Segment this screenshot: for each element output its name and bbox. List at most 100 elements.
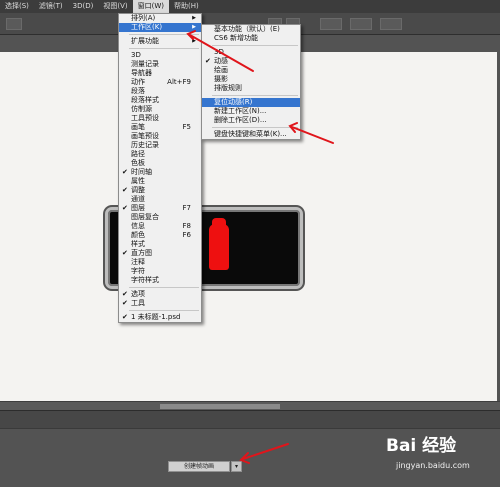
menu-item[interactable]: 键盘快捷键和菜单(K)... <box>202 130 300 139</box>
menu-item-label: 调整 <box>131 186 145 194</box>
menu-item[interactable]: ✔ 调整 <box>119 186 201 195</box>
menu-item[interactable]: 注释 <box>119 258 201 267</box>
submenu-arrow-icon: ▶ <box>192 24 196 30</box>
checkmark-icon: ✔ <box>122 313 128 321</box>
checkmark-icon: ✔ <box>122 186 128 194</box>
menu-separator <box>129 287 199 288</box>
menu-item[interactable]: ✔ 1 未标题-1.psd <box>119 313 201 322</box>
menubar-item[interactable]: 视图(V) <box>98 0 132 13</box>
menu-item-label: 样式 <box>131 240 145 248</box>
menu-item[interactable]: 历史记录 <box>119 141 201 150</box>
menu-item[interactable]: 测量记录 <box>119 60 201 69</box>
menu-item-label: 工具 <box>131 299 145 307</box>
menu-item-label: 路径 <box>131 150 145 158</box>
menubar-item[interactable]: 帮助(H) <box>169 0 204 13</box>
menu-item-label: 注释 <box>131 258 145 266</box>
menu-item[interactable]: 字符 <box>119 267 201 276</box>
menu-item[interactable]: 排列(A) ▶ <box>119 14 201 23</box>
menu-item-label: 色板 <box>131 159 145 167</box>
menu-bar: 选择(S) 滤镜(T) 3D(D) 视图(V) 窗口(W) 帮助(H) <box>0 0 500 13</box>
menu-item-label: 排版规则 <box>214 84 242 92</box>
workspace-submenu: 基本功能（默认）(E) CS6 新增功能 3D ✔ 动感 绘画 摄影 排版规则复位动感(R) 新… <box>201 24 301 140</box>
menubar-item[interactable]: 3D(D) <box>68 0 99 13</box>
menu-item[interactable]: 扩展功能 ▶ <box>119 37 201 46</box>
menu-item-label: 导航器 <box>131 69 152 77</box>
menu-item[interactable]: 属性 <box>119 177 201 186</box>
menu-item-shortcut: F7 <box>182 204 191 212</box>
menu-item[interactable]: ✔ 选项 <box>119 290 201 299</box>
menu-item[interactable]: ✔ 工具 <box>119 299 201 308</box>
menu-item[interactable]: 删除工作区(D)... <box>202 116 300 125</box>
toolbar-control[interactable] <box>380 18 402 30</box>
chevron-down-icon[interactable]: ▾ <box>231 461 242 472</box>
menu-item[interactable]: 导航器 <box>119 69 201 78</box>
menu-item-label: 仿制源 <box>131 105 152 113</box>
menu-item-label: 工具预设 <box>131 114 159 122</box>
menu-item-shortcut: Alt+F9 <box>167 78 191 86</box>
menu-item[interactable]: 颜色 F6 <box>119 231 201 240</box>
menu-item-label: 删除工作区(D)... <box>214 116 267 124</box>
watermark-url: jingyan.baidu.com <box>396 461 470 470</box>
menu-separator <box>129 310 199 311</box>
menu-item[interactable]: 3D <box>119 51 201 60</box>
menu-item-label: 工作区(K) <box>131 23 163 31</box>
menu-item[interactable]: 字符样式 <box>119 276 201 285</box>
menu-separator <box>212 95 298 96</box>
menu-item[interactable]: 路径 <box>119 150 201 159</box>
menu-item[interactable]: 摄影 <box>202 75 300 84</box>
menu-item[interactable]: 排版规则 <box>202 84 300 93</box>
menu-item[interactable]: 新建工作区(N)... <box>202 107 300 116</box>
menu-item-label: 段落样式 <box>131 96 159 104</box>
menu-item-label: 画笔 <box>131 123 145 131</box>
toolbar-control[interactable] <box>350 18 372 30</box>
menu-item[interactable]: 样式 <box>119 240 201 249</box>
menu-item-label: 键盘快捷键和菜单(K)... <box>214 130 287 138</box>
menu-item[interactable]: 工具预设 <box>119 114 201 123</box>
menu-item-label: 摄影 <box>214 75 228 83</box>
menu-item[interactable]: 工作区(K) ▶ <box>119 23 201 32</box>
menu-item-label: 测量记录 <box>131 60 159 68</box>
menubar-item[interactable]: 窗口(W) <box>132 0 170 13</box>
create-frame-animation-button[interactable]: 创建帧动画 <box>168 461 230 472</box>
menu-item-shortcut: F8 <box>182 222 191 230</box>
menu-item[interactable]: 复位动感(R) <box>202 98 300 107</box>
menu-item[interactable]: 画笔 F5 <box>119 123 201 132</box>
scrollbar-thumb[interactable] <box>160 404 280 409</box>
menu-item[interactable]: 通道 <box>119 195 201 204</box>
menu-item-label: 3D <box>214 48 224 56</box>
menu-item[interactable]: 画笔预设 <box>119 132 201 141</box>
checkmark-icon: ✔ <box>205 57 211 65</box>
menu-item[interactable]: ✔ 动感 <box>202 57 300 66</box>
menu-item-label: 扩展功能 <box>131 37 159 45</box>
tool-preset-button[interactable] <box>6 18 22 30</box>
menu-item-label: 1 未标题-1.psd <box>131 313 181 321</box>
menu-item-label: 属性 <box>131 177 145 185</box>
menubar-item[interactable]: 选择(S) <box>0 0 34 13</box>
menu-item[interactable]: 动作 Alt+F9 <box>119 78 201 87</box>
toolbar-control[interactable] <box>320 18 342 30</box>
menu-item[interactable]: ✔ 时间轴 <box>119 168 201 177</box>
menu-item[interactable]: 段落 <box>119 87 201 96</box>
menu-item[interactable]: 段落样式 <box>119 96 201 105</box>
window-menu: 排列(A) ▶ 工作区(K) ▶ 扩展功能 ▶ 3D 测量记录 导航器 动作 Alt+F9 段落 段落样… <box>118 13 202 323</box>
menu-item[interactable]: ✔ 图层 F7 <box>119 204 201 213</box>
menu-item-label: CS6 新增功能 <box>214 34 259 42</box>
horizontal-scrollbar[interactable] <box>0 401 500 410</box>
menu-item[interactable]: CS6 新增功能 <box>202 34 300 43</box>
menu-item-label: 直方图 <box>131 249 152 257</box>
menu-item[interactable]: 绘画 <box>202 66 300 75</box>
menu-item[interactable]: 仿制源 <box>119 105 201 114</box>
menu-item[interactable]: 基本功能（默认）(E) <box>202 25 300 34</box>
menu-item[interactable]: 信息 F8 <box>119 222 201 231</box>
submenu-arrow-icon: ▶ <box>192 15 196 21</box>
checkmark-icon: ✔ <box>122 204 128 212</box>
menu-item[interactable]: 3D <box>202 48 300 57</box>
menu-item[interactable]: 色板 <box>119 159 201 168</box>
menu-item-label: 信息 <box>131 222 145 230</box>
menu-item[interactable]: ✔ 直方图 <box>119 249 201 258</box>
menu-separator <box>129 34 199 35</box>
checkmark-icon: ✔ <box>122 249 128 257</box>
menu-item[interactable]: 图层复合 <box>119 213 201 222</box>
menubar-item[interactable]: 滤镜(T) <box>34 0 68 13</box>
menu-item-label: 通道 <box>131 195 145 203</box>
